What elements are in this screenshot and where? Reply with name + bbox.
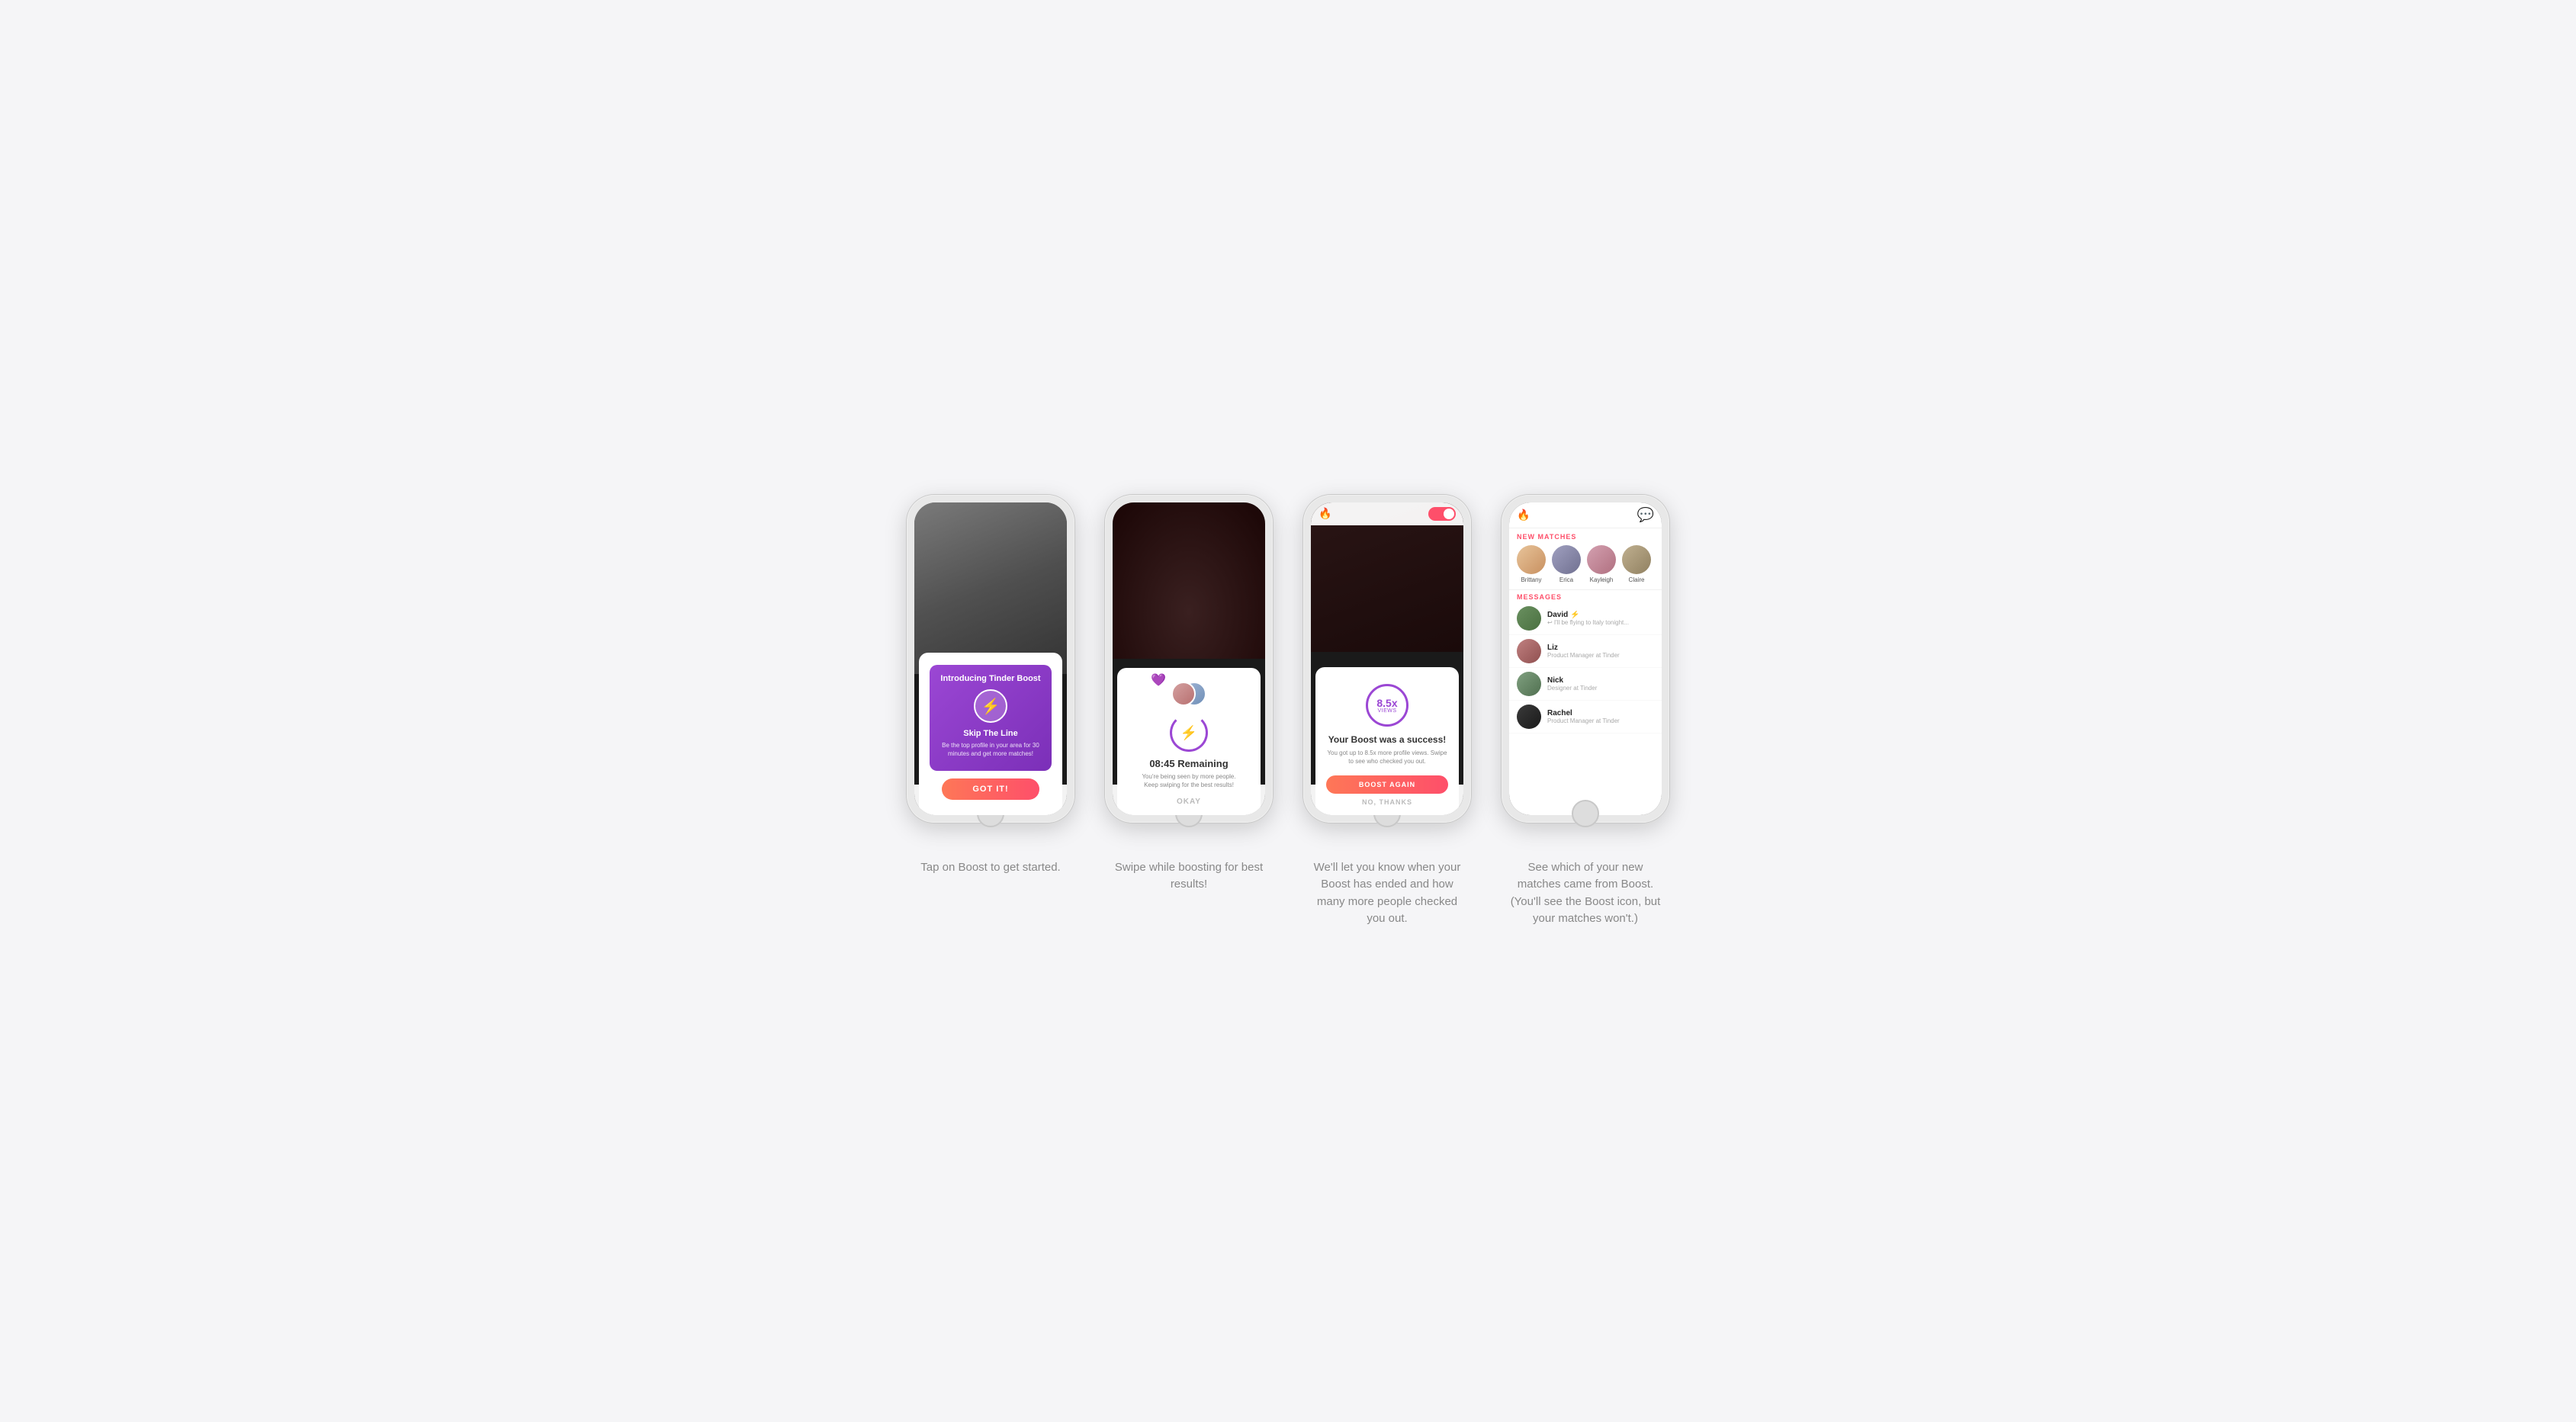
phone-3-wrapper: 🔥 8.5x VIEWS Your Boost was a success! Y… [1303, 495, 1471, 838]
boost-active-subtext: You're being seen by more people. Keep s… [1128, 772, 1250, 789]
liz-avatar [1517, 639, 1541, 663]
david-avatar [1517, 606, 1541, 631]
erica-name: Erica [1559, 576, 1573, 583]
phone-column-2: 🔥 💜 [1105, 495, 1273, 894]
matches-avatars-row: Brittany Erica Kayleigh [1509, 544, 1662, 589]
match-erica[interactable]: Erica [1552, 545, 1581, 583]
phone1-bg [914, 502, 1067, 675]
boost-again-button[interactable]: BOOST AGAIN [1326, 775, 1448, 794]
nick-name: Nick [1547, 676, 1654, 685]
success-desc: You got up to 8.5x more profile views. S… [1326, 749, 1448, 766]
views-label: VIEWS [1377, 708, 1396, 714]
phone-2-screen: 🔥 💜 [1113, 502, 1265, 815]
time-remaining: 08:45 Remaining [1128, 758, 1250, 769]
nick-avatar [1517, 672, 1541, 696]
nick-message-content: Nick Designer at Tinder [1547, 676, 1654, 692]
message-nick[interactable]: Nick Designer at Tinder [1509, 668, 1662, 701]
david-message-content: David ⚡ ↩ I'll be flying to Italy tonigh… [1547, 611, 1654, 626]
matches-flame-icon: 🔥 [1517, 509, 1530, 522]
rachel-avatar [1517, 705, 1541, 729]
david-message-text: ↩ I'll be flying to Italy tonight... [1547, 619, 1654, 626]
phone1-photo [914, 502, 1067, 675]
nick-subtitle: Designer at Tinder [1547, 685, 1654, 692]
rachel-message-content: Rachel Product Manager at Tinder [1547, 709, 1654, 724]
boost-purple-card: Introducing Tinder Boost ⚡ Skip The Line… [930, 665, 1052, 770]
boost-icon-circle: ⚡ [974, 689, 1007, 723]
phone-2: 🔥 💜 [1105, 495, 1273, 823]
match-brittany[interactable]: Brittany [1517, 545, 1546, 583]
boost-lightning-icon: ⚡ [981, 697, 1001, 716]
timer-lightning-icon: ⚡ [1180, 725, 1197, 741]
phone-3-screen: 🔥 8.5x VIEWS Your Boost was a success! Y… [1311, 502, 1463, 815]
main-scene: 🔥 Introducing Tinder Boost ⚡ [907, 495, 1669, 928]
phone3-boost-toggle[interactable] [1428, 507, 1456, 521]
boost-skip-line: Skip The Line [937, 729, 1044, 738]
phone4-home-button[interactable] [1572, 800, 1599, 827]
boost-description: Be the top profile in your area for 30 m… [937, 741, 1044, 758]
liz-message-content: Liz Product Manager at Tinder [1547, 644, 1654, 659]
phone2-bg [1113, 502, 1265, 659]
phone-4-wrapper: 🔥 💬 NEW MATCHES Brittany [1502, 495, 1669, 838]
boost-success-modal: 8.5x VIEWS Your Boost was a success! You… [1315, 667, 1459, 814]
phone-1-wrapper: 🔥 Introducing Tinder Boost ⚡ [907, 495, 1074, 838]
caption-2: Swipe while boosting for best results! [1113, 859, 1265, 894]
phone-1: 🔥 Introducing Tinder Boost ⚡ [907, 495, 1074, 823]
messages-label: MESSAGES [1509, 589, 1662, 602]
heart-float-icon: 💜 [1151, 672, 1166, 688]
message-rachel[interactable]: Rachel Product Manager at Tinder [1509, 701, 1662, 733]
boost-intro-title: Introducing Tinder Boost [937, 674, 1044, 683]
phone-4: 🔥 💬 NEW MATCHES Brittany [1502, 495, 1669, 823]
okay-button[interactable]: OKAY [1128, 798, 1250, 806]
no-thanks-button[interactable]: NO, THANKS [1326, 798, 1448, 806]
claire-name: Claire [1629, 576, 1645, 583]
kayleigh-name: Kayleigh [1590, 576, 1614, 583]
caption-1: Tap on Boost to get started. [920, 859, 1060, 877]
boost-active-modal: 💜 ⚡ 08:45 Remaining You're being seen by… [1117, 668, 1261, 814]
caption-3: We'll let you know when your Boost has e… [1311, 859, 1463, 928]
match-claire[interactable]: Claire [1622, 545, 1651, 583]
match-kayleigh[interactable]: Kayleigh [1587, 545, 1616, 583]
rachel-subtitle: Product Manager at Tinder [1547, 717, 1654, 724]
claire-avatar [1622, 545, 1651, 574]
erica-avatar [1552, 545, 1581, 574]
matches-chat-icon[interactable]: 💬 [1637, 507, 1654, 523]
boost-intro-modal: Introducing Tinder Boost ⚡ Skip The Line… [919, 653, 1062, 814]
mini-avatar-1 [1171, 682, 1196, 706]
kayleigh-avatar [1587, 545, 1616, 574]
phone-1-screen: 🔥 Introducing Tinder Boost ⚡ [914, 502, 1067, 815]
liz-name: Liz [1547, 644, 1654, 652]
message-david[interactable]: David ⚡ ↩ I'll be flying to Italy tonigh… [1509, 602, 1662, 635]
rachel-name: Rachel [1547, 709, 1654, 717]
new-matches-label: NEW MATCHES [1509, 528, 1662, 544]
views-number: 8.5x [1376, 698, 1397, 708]
phone-column-4: 🔥 💬 NEW MATCHES Brittany [1502, 495, 1669, 928]
david-boost-badge: ⚡ [1570, 611, 1579, 619]
views-circle: 8.5x VIEWS [1366, 684, 1408, 727]
phone-2-wrapper: 🔥 💜 [1105, 495, 1273, 838]
phone-column-3: 🔥 8.5x VIEWS Your Boost was a success! Y… [1303, 495, 1471, 928]
phone3-top-bar: 🔥 [1311, 502, 1463, 525]
phone-3: 🔥 8.5x VIEWS Your Boost was a success! Y… [1303, 495, 1471, 823]
boost-timer-circle: ⚡ [1170, 714, 1208, 752]
caption-4: See which of your new matches came from … [1509, 859, 1662, 928]
success-title: Your Boost was a success! [1326, 734, 1448, 745]
got-it-button[interactable]: GOT IT! [942, 778, 1039, 800]
matches-screen: 🔥 💬 NEW MATCHES Brittany [1509, 502, 1662, 815]
brittany-avatar [1517, 545, 1546, 574]
phone3-flame-icon: 🔥 [1319, 507, 1331, 520]
brittany-name: Brittany [1521, 576, 1541, 583]
liz-subtitle: Product Manager at Tinder [1547, 652, 1654, 659]
phone-4-screen: 🔥 💬 NEW MATCHES Brittany [1509, 502, 1662, 815]
phone-column-1: 🔥 Introducing Tinder Boost ⚡ [907, 495, 1074, 877]
david-name: David ⚡ [1547, 611, 1654, 619]
matches-top-bar: 🔥 💬 [1509, 502, 1662, 528]
message-liz[interactable]: Liz Product Manager at Tinder [1509, 635, 1662, 668]
